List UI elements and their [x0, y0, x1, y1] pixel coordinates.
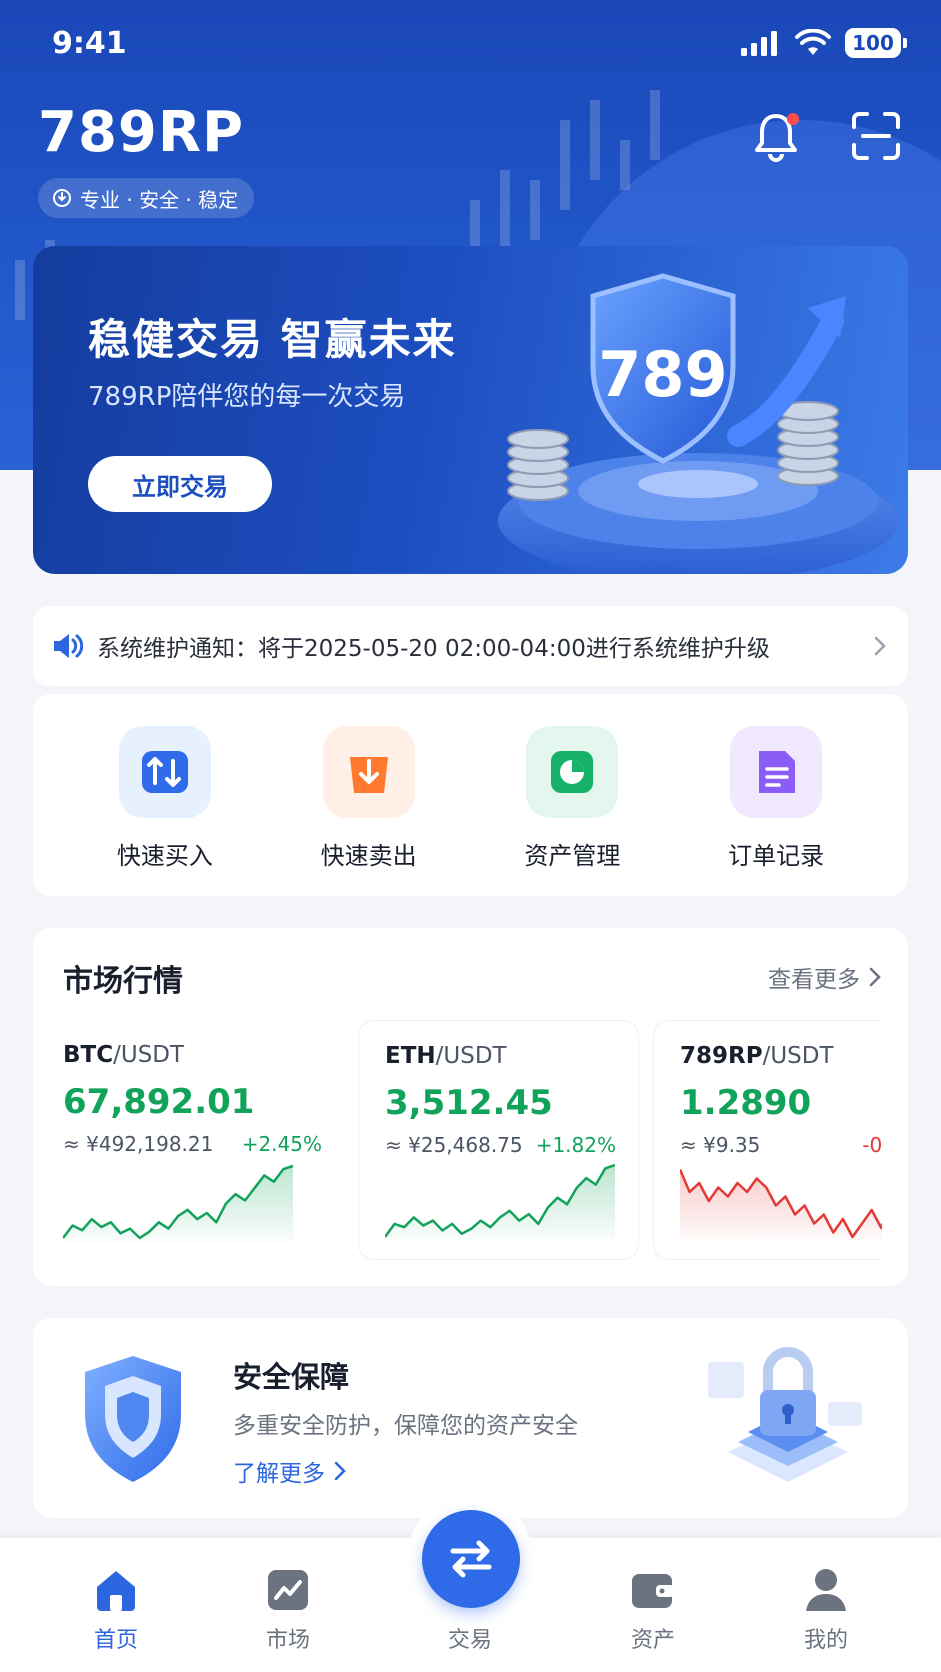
ticker-cny: ≈ ¥9.35 — [680, 1133, 761, 1157]
trade-now-button[interactable]: 立即交易 — [88, 456, 272, 512]
asset-management-label: 资产管理 — [524, 842, 621, 870]
tab-profile[interactable]: 我的 — [766, 1538, 886, 1672]
ticker-base: ETH — [385, 1043, 436, 1069]
app-brand: 789RP — [38, 100, 245, 165]
ticker-pair: 789RP/USDT — [654, 1043, 882, 1069]
user-icon — [802, 1566, 850, 1614]
ticker-change: +1.82% — [535, 1133, 616, 1157]
promo-banner[interactable]: 稳健交易 智赢未来 789RP陪伴您的每一次交易 立即交易 789 — [33, 246, 908, 574]
status-time: 9:41 — [52, 26, 127, 61]
trade-center-button[interactable] — [422, 1510, 520, 1608]
ticker-quote: /USDT — [762, 1043, 834, 1069]
asset-management-button[interactable]: 资产管理 — [492, 726, 652, 871]
tab-label: 首页 — [93, 1628, 138, 1653]
ticker-change: +2.45% — [241, 1132, 322, 1156]
scan-icon — [852, 112, 900, 160]
home-icon — [92, 1566, 140, 1614]
view-more-label: 查看更多 — [768, 967, 860, 993]
order-records-label: 订单记录 — [728, 842, 825, 870]
ticker-quote: /USDT — [435, 1043, 507, 1069]
chevron-right-icon — [334, 1461, 346, 1481]
status-icons: 100 — [741, 28, 907, 58]
pie-chart-icon — [526, 726, 619, 818]
padlock-illustration — [708, 1347, 862, 1482]
security-card[interactable]: 安全保障 多重安全防护，保障您的资产安全 了解更多 — [33, 1318, 908, 1518]
slogan-text: 专业 · 安全 · 稳定 — [80, 187, 239, 212]
sparkline-chart — [63, 1164, 293, 1242]
notification-button[interactable] — [748, 108, 804, 164]
scan-button[interactable] — [848, 108, 904, 164]
sparkline-area — [680, 1169, 882, 1241]
tab-label: 资产 — [630, 1628, 675, 1653]
security-title: 安全保障 — [233, 1360, 350, 1394]
ticker-card-btc[interactable]: BTC/USDT 67,892.01 ≈ ¥492,198.21 +2.45% — [63, 1020, 344, 1260]
ticker-cny: ≈ ¥492,198.21 — [63, 1132, 214, 1156]
tab-label: 市场 — [265, 1628, 310, 1653]
battery-icon: 100 — [845, 28, 907, 58]
wallet-icon — [629, 1566, 677, 1614]
ticker-list: BTC/USDT 67,892.01 ≈ ¥492,198.21 +2.45% E… — [63, 1020, 882, 1260]
ticker-quote: /USDT — [113, 1042, 185, 1068]
quick-actions: 快速买入 快速卖出 资产管理 订单记录 — [33, 694, 908, 896]
quick-buy-label: 快速买入 — [116, 842, 213, 870]
order-records-button[interactable]: 订单记录 — [696, 726, 856, 871]
learn-more-link[interactable]: 了解更多 — [233, 1454, 347, 1488]
ticker-change: -0.65% — [862, 1133, 882, 1157]
security-description: 多重安全防护，保障您的资产安全 — [233, 1413, 578, 1439]
chevron-right-icon — [869, 967, 881, 987]
tab-market[interactable]: 市场 — [228, 1538, 348, 1672]
signal-icon — [741, 31, 777, 56]
ticker-pair: ETH/USDT — [359, 1043, 638, 1069]
shield-icon — [85, 1356, 181, 1482]
wifi-icon — [795, 29, 831, 55]
ticker-card-789rp[interactable]: 789RP/USDT 1.2890 ≈ ¥9.35 -0.65% — [653, 1020, 882, 1260]
quick-buy-button[interactable]: 快速买入 — [85, 726, 245, 871]
ticker-price: 1.2890 — [680, 1083, 812, 1123]
banner-subtitle: 789RP陪伴您的每一次交易 — [88, 382, 406, 412]
tab-assets[interactable]: 资产 — [593, 1538, 713, 1672]
learn-more-label: 了解更多 — [233, 1461, 325, 1487]
exchange-arrows-icon — [450, 1540, 492, 1578]
shield-illustration: 789 — [498, 273, 898, 574]
ticker-base: 789RP — [680, 1043, 763, 1069]
chevron-right-icon — [874, 636, 886, 656]
tab-label: 交易 — [447, 1628, 492, 1653]
quick-sell-button[interactable]: 快速卖出 — [289, 726, 449, 871]
ticker-cny: ≈ ¥25,468.75 — [385, 1133, 523, 1157]
bell-icon — [755, 113, 799, 162]
market-section: 市场行情 查看更多 BTC/USDT 67,892.01 ≈ ¥492,198.… — [33, 928, 908, 1286]
notice-bar[interactable]: 系统维护通知：将于2025-05-20 02:00-04:00进行系统维护升级 — [33, 606, 908, 686]
status-bar: 9:41 100 — [0, 0, 941, 92]
ticker-card-eth[interactable]: ETH/USDT 3,512.45 ≈ ¥25,468.75 +1.82% — [358, 1020, 639, 1260]
slogan-badge: 专业 · 安全 · 稳定 — [38, 178, 255, 218]
swap-buy-icon — [118, 726, 211, 818]
document-list-icon — [730, 726, 823, 818]
tab-home[interactable]: 首页 — [56, 1538, 176, 1672]
ticker-price: 67,892.01 — [63, 1082, 255, 1122]
sparkline-chart — [385, 1163, 615, 1241]
shield-small-icon — [53, 189, 71, 207]
quick-sell-label: 快速卖出 — [320, 842, 417, 870]
notice-text: 系统维护通知：将于2025-05-20 02:00-04:00进行系统维护升级 — [97, 636, 770, 662]
sparkline-area — [63, 1166, 293, 1242]
ticker-base: BTC — [63, 1042, 114, 1068]
sparkline-area — [385, 1165, 615, 1241]
ticker-price: 3,512.45 — [385, 1083, 553, 1123]
banner-title: 稳健交易 智赢未来 — [88, 315, 457, 364]
view-more-link[interactable]: 查看更多 — [768, 960, 882, 994]
download-sell-icon — [322, 726, 415, 818]
tab-label: 我的 — [803, 1628, 848, 1653]
sparkline-chart — [680, 1169, 882, 1241]
shield-789-text: 789 — [598, 338, 727, 411]
market-title: 市场行情 — [63, 964, 183, 999]
ticker-pair: BTC/USDT — [63, 1042, 344, 1068]
market-chart-icon — [264, 1566, 312, 1614]
speaker-icon — [54, 634, 83, 658]
